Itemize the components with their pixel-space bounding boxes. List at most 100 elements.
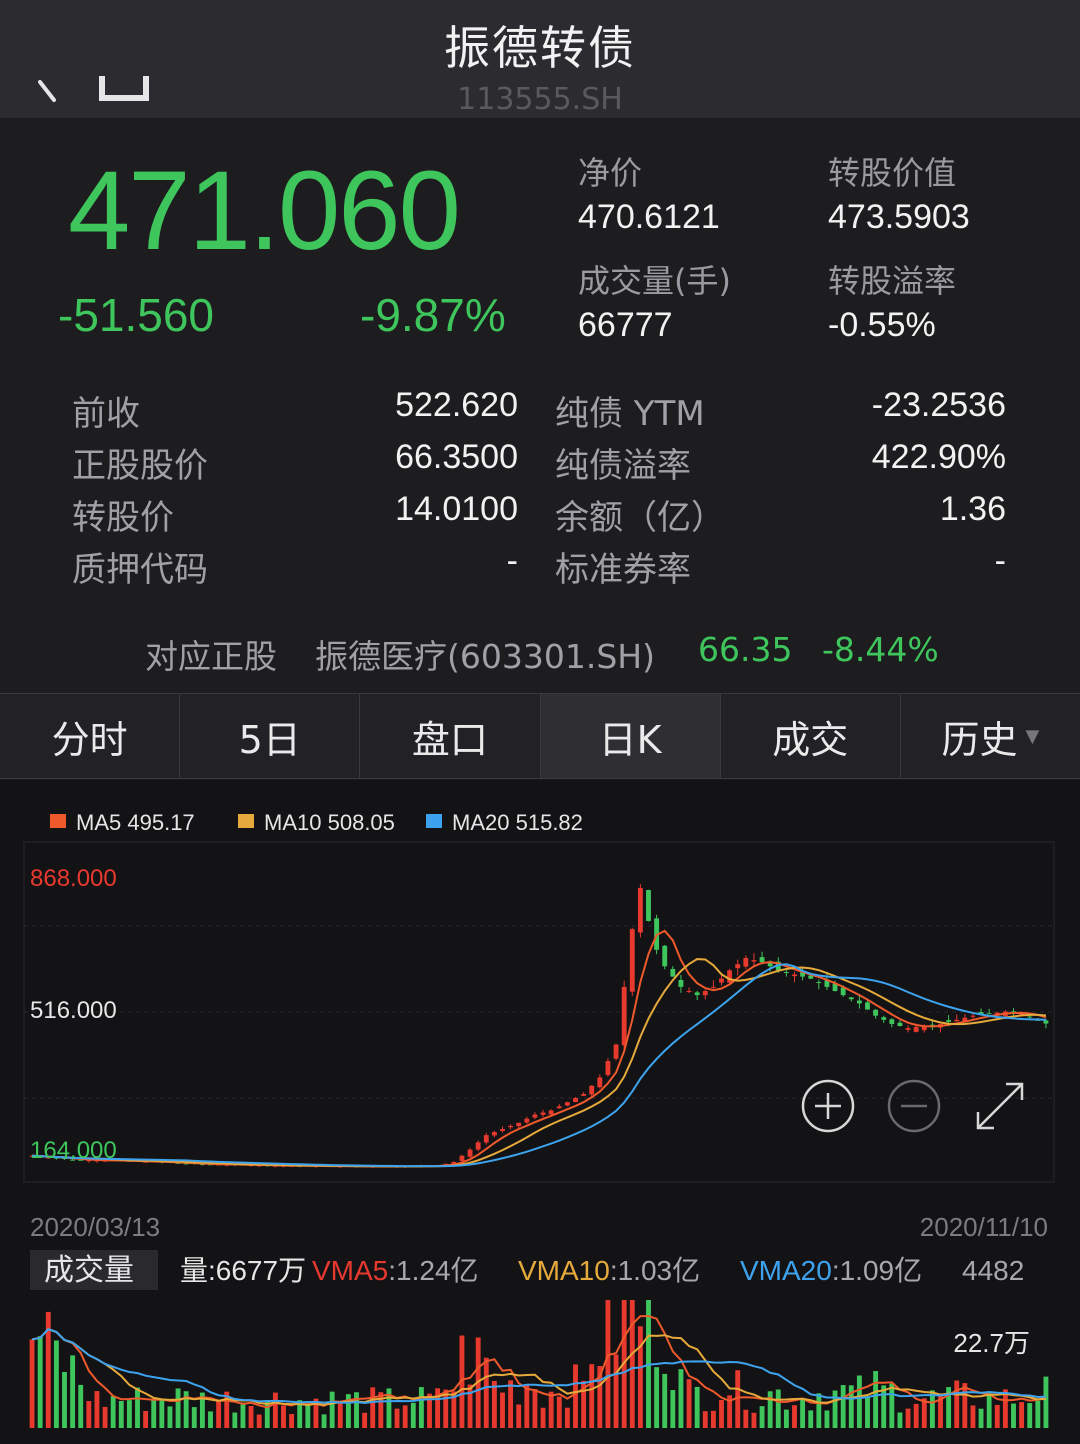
tab-label: 历史 (941, 717, 1018, 762)
candle-body (751, 960, 757, 962)
candle-body (491, 1132, 497, 1136)
candle-body (459, 1155, 465, 1161)
candle-body (913, 1027, 919, 1032)
volume-bar (191, 1407, 197, 1428)
detail-label: 正股股价 (72, 446, 208, 486)
volume-bar (662, 1373, 668, 1428)
detail-value: - (506, 542, 518, 580)
volume-bar (508, 1380, 514, 1428)
volume-bar (102, 1406, 108, 1428)
candle-body (759, 957, 765, 963)
net-price-label: 净价 (578, 154, 643, 192)
candle-body (1043, 1020, 1049, 1024)
volume-bar (775, 1389, 781, 1428)
detail-label: 余额（亿） (555, 498, 725, 538)
volume-bar (678, 1369, 684, 1428)
candle-body (743, 958, 749, 967)
volume-tab-label: 成交量 (44, 1254, 134, 1287)
tab-orderbook[interactable]: 盘口 (360, 694, 541, 778)
volume-bar (370, 1387, 376, 1428)
detail-value: - (994, 542, 1006, 580)
date-start: 2020/03/13 (30, 1212, 160, 1242)
tab-5day[interactable]: 5日 (180, 694, 361, 778)
volume-bar (524, 1385, 530, 1428)
volume-bar (532, 1389, 538, 1428)
last-price: 471.060 (68, 148, 461, 273)
candle-body (889, 1019, 895, 1024)
volume-bar (135, 1387, 140, 1428)
volume-bar (216, 1400, 222, 1428)
volume-label: 成交量(手) (578, 262, 731, 300)
kline-chart-area[interactable]: MA5 495.17 MA10 508.05 MA20 515.82 868.0… (0, 780, 1080, 1444)
volume-bar (670, 1390, 676, 1428)
tab-label: 分时 (51, 717, 128, 762)
volume-bars (29, 1300, 1049, 1428)
candle-body (986, 1013, 992, 1015)
zoom-in-button[interactable] (801, 1079, 855, 1133)
underlying-label: 对应正股 (145, 637, 277, 676)
candle-body (564, 1102, 570, 1106)
ma20-line (32, 963, 1046, 1168)
candle-body (621, 986, 627, 1046)
volume-bar (540, 1407, 546, 1428)
volume-bar (29, 1339, 35, 1428)
detail-value: 66.3500 (395, 438, 518, 476)
volume-bar (167, 1406, 173, 1428)
volume-bar (151, 1398, 157, 1428)
date-end: 2020/11/10 (920, 1212, 1048, 1242)
candle-body (508, 1125, 514, 1128)
candle-body (629, 929, 635, 992)
candle-body (500, 1128, 505, 1132)
ma20-legend: MA20 515.82 (452, 810, 583, 835)
volume-bar (1043, 1376, 1049, 1428)
candle-body (848, 997, 854, 1000)
candle-body (678, 980, 684, 987)
candle-body (589, 1085, 595, 1095)
zoom-out-button[interactable] (887, 1079, 941, 1133)
volume-bar (118, 1401, 124, 1428)
volume-bar (613, 1354, 619, 1428)
volume-bar (1011, 1403, 1016, 1428)
ma5-legend-swatch (50, 814, 66, 828)
premium-label: 转股溢率 (828, 262, 957, 300)
fullscreen-button[interactable] (976, 1082, 1024, 1130)
volume-bar (256, 1414, 262, 1428)
candle-body (881, 1017, 887, 1020)
tab-label: 盘口 (411, 717, 488, 762)
tab-history[interactable]: 历史 ▼ (901, 694, 1080, 778)
volume-bar (832, 1390, 838, 1428)
candle-body (719, 978, 724, 983)
chart-tabs: 分时 5日 盘口 日K 成交 历史 ▼ (0, 693, 1080, 779)
volume-bar (78, 1384, 84, 1428)
volume-bar (556, 1396, 562, 1428)
kline-chart[interactable]: MA5 495.17 MA10 508.05 MA20 515.82 868.0… (0, 780, 1080, 1444)
volume-bar (767, 1391, 773, 1428)
volume-bar (865, 1396, 870, 1428)
security-code: 113555.SH (457, 82, 623, 117)
tab-trades[interactable]: 成交 (721, 694, 901, 778)
volume-bar (889, 1383, 895, 1428)
volume-bar (281, 1405, 286, 1428)
volume-bar (410, 1402, 416, 1428)
tab-daily-k[interactable]: 日K (540, 694, 721, 778)
volume-bar (1019, 1402, 1025, 1428)
candle-body (735, 964, 741, 969)
volume-bar (516, 1404, 522, 1428)
volume-bar (783, 1409, 789, 1428)
candle-body (532, 1114, 538, 1118)
volume-bar (248, 1405, 254, 1428)
volume-bar (881, 1385, 887, 1428)
volume-bar (743, 1409, 749, 1428)
candle-body (605, 1061, 611, 1075)
volume-bar (240, 1402, 246, 1428)
tab-intraday[interactable]: 分时 (0, 694, 181, 778)
ma10-line (32, 958, 1047, 1168)
candle-body (516, 1122, 522, 1127)
candle-body (856, 1000, 862, 1004)
volume-bar (962, 1383, 968, 1428)
volume-bar (1035, 1400, 1041, 1428)
candle-body (1027, 1016, 1033, 1018)
volume-bar (589, 1364, 595, 1428)
candle-body (873, 1009, 879, 1016)
candle-body (475, 1142, 481, 1150)
